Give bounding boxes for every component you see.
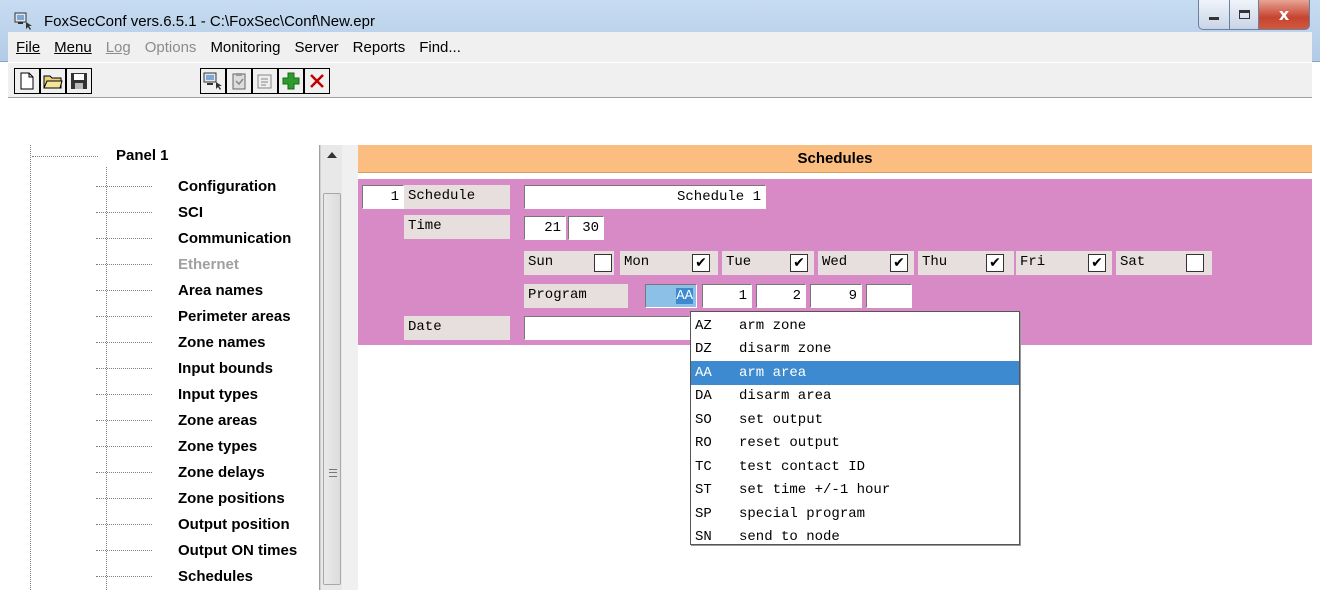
menu-reports[interactable]: Reports <box>353 39 406 56</box>
config-tree: Panel 1 Configuration SCI Communication … <box>8 145 320 590</box>
program-code-select[interactable]: AA <box>645 284 697 308</box>
save-disk-icon[interactable] <box>66 68 92 94</box>
menu-find[interactable]: Find... <box>419 39 461 56</box>
time-label: Time <box>404 215 510 239</box>
tree-item-ethernet[interactable]: Ethernet <box>96 251 239 277</box>
connect-computer-icon[interactable] <box>200 68 226 94</box>
checkmark-icon: ✔ <box>989 255 1001 271</box>
scroll-up-arrow-icon[interactable] <box>321 145 343 165</box>
maximize-button[interactable] <box>1229 0 1259 30</box>
menu-options[interactable]: Options <box>145 39 197 56</box>
date-label: Date <box>404 316 510 340</box>
new-document-icon[interactable] <box>14 68 40 94</box>
close-button[interactable]: x <box>1258 0 1310 30</box>
tree-item-zone-delays[interactable]: Zone delays <box>96 459 265 485</box>
program-label: Program <box>524 284 628 308</box>
tree-item-sci[interactable]: SCI <box>96 199 203 225</box>
program-param-2[interactable]: 2 <box>756 284 806 308</box>
app-icon[interactable] <box>14 12 34 30</box>
dropdown-option-da[interactable]: DA disarm area <box>691 385 1019 409</box>
dropdown-option-dz[interactable]: DZ disarm zone <box>691 338 1019 362</box>
tree-item-schedules[interactable]: Schedules <box>96 563 253 589</box>
schedule-index-field[interactable]: 1 <box>362 185 404 209</box>
dropdown-option-so[interactable]: SO set output <box>691 408 1019 432</box>
grip-icon <box>329 469 337 477</box>
tree-item-input-bounds[interactable]: Input bounds <box>96 355 273 381</box>
window-title: FoxSecConf vers.6.5.1 - C:\FoxSec\Conf\N… <box>44 13 375 30</box>
tree-item-output-on-times[interactable]: Output ON times <box>96 537 297 563</box>
scrollbar-thumb[interactable] <box>323 193 341 585</box>
tree-item-zone-areas[interactable]: Zone areas <box>96 407 257 433</box>
program-param-4[interactable] <box>866 284 912 308</box>
delete-x-icon[interactable] <box>304 68 330 94</box>
checkmark-icon: ✔ <box>793 255 805 271</box>
panel-header: Schedules <box>358 145 1312 173</box>
day-tue-checkbox[interactable]: ✔ <box>790 254 808 272</box>
date-input[interactable] <box>524 316 690 340</box>
time-minute-input[interactable]: 30 <box>568 216 604 240</box>
menu-log[interactable]: Log <box>106 39 131 56</box>
dropdown-option-az[interactable]: AZ arm zone <box>691 314 1019 338</box>
dropdown-option-sp[interactable]: SP special program <box>691 502 1019 526</box>
day-thu-checkbox[interactable]: ✔ <box>986 254 1004 272</box>
program-param-3[interactable]: 9 <box>810 284 862 308</box>
dropdown-option-sn[interactable]: SN send to node <box>691 526 1019 550</box>
menu-file[interactable]: File <box>16 39 40 56</box>
tree-item-input-types[interactable]: Input types <box>96 381 258 407</box>
properties-icon[interactable] <box>252 68 278 94</box>
tree-scrollbar[interactable] <box>320 145 342 590</box>
tree-item-output-position[interactable]: Output position <box>96 511 290 537</box>
tree-item-zone-types[interactable]: Zone types <box>96 433 257 459</box>
tree-item-zone-positions[interactable]: Zone positions <box>96 485 285 511</box>
minimize-button[interactable] <box>1198 0 1230 30</box>
checkmark-icon: ✔ <box>1091 255 1103 271</box>
clipboard-icon[interactable] <box>226 68 252 94</box>
checkmark-icon: ✔ <box>893 255 905 271</box>
add-plus-icon[interactable] <box>278 68 304 94</box>
schedule-name-input[interactable]: Schedule 1 <box>524 185 766 209</box>
day-fri-checkbox[interactable]: ✔ <box>1088 254 1106 272</box>
program-param-1[interactable]: 1 <box>702 284 752 308</box>
tree-item-configuration[interactable]: Configuration <box>96 173 276 199</box>
tree-line <box>32 156 98 157</box>
menu-menu[interactable]: Menu <box>54 39 92 56</box>
dropdown-option-tc[interactable]: TC test contact ID <box>691 455 1019 479</box>
menu-monitoring[interactable]: Monitoring <box>210 39 280 56</box>
toolbar <box>8 62 1312 98</box>
day-wed-checkbox[interactable]: ✔ <box>890 254 908 272</box>
menu-bar: File Menu Log Options Monitoring Server … <box>8 32 1312 62</box>
tree-root-panel[interactable]: Panel 1 <box>116 147 169 164</box>
checkmark-icon: ✔ <box>695 255 707 271</box>
dropdown-option-st[interactable]: ST set time +/-1 hour <box>691 479 1019 503</box>
day-mon-checkbox[interactable]: ✔ <box>692 254 710 272</box>
tree-item-area-names[interactable]: Area names <box>96 277 263 303</box>
dropdown-option-ro[interactable]: RO reset output <box>691 432 1019 456</box>
program-dropdown-list: AZ arm zone DZ disarm zone AA arm area DA di… <box>690 311 1020 545</box>
day-sat-checkbox[interactable] <box>1186 254 1204 272</box>
tree-line <box>30 145 31 590</box>
maximize-icon <box>1238 10 1250 19</box>
day-sun-checkbox[interactable] <box>594 254 612 272</box>
schedule-label: Schedule <box>404 185 510 209</box>
dropdown-option-aa[interactable]: AA arm area <box>691 361 1019 385</box>
minimize-icon <box>1209 17 1219 20</box>
panel-splitter[interactable] <box>342 145 358 590</box>
menu-server[interactable]: Server <box>294 39 338 56</box>
open-folder-icon[interactable] <box>40 68 66 94</box>
tree-item-communication[interactable]: Communication <box>96 225 291 251</box>
tree-item-zone-names[interactable]: Zone names <box>96 329 266 355</box>
close-icon: x <box>1278 5 1290 24</box>
time-hour-input[interactable]: 21 <box>524 216 566 240</box>
tree-item-perimeter-areas[interactable]: Perimeter areas <box>96 303 291 329</box>
